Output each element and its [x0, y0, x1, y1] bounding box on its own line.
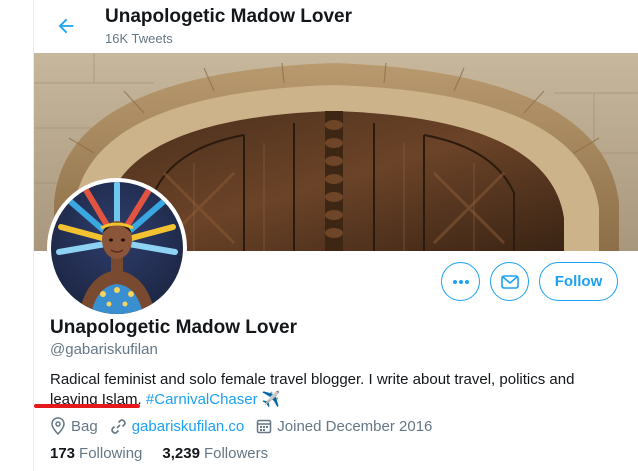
profile-meta: Bag gabariskufilan.co Joined December 20…: [50, 416, 444, 436]
location-pin-icon: [51, 417, 65, 435]
bio-hashtag[interactable]: #CarnivalChaser: [146, 391, 258, 408]
profile-page: Unapologetic Madow Lover 16K Tweets Foll…: [33, 0, 638, 471]
more-button[interactable]: [441, 262, 480, 301]
profile-name: Unapologetic Madow Lover: [50, 317, 298, 338]
joined-text: Joined December 2016: [277, 417, 433, 435]
message-button[interactable]: [490, 262, 529, 301]
following-stat[interactable]: 173 Following: [50, 445, 142, 462]
followers-label: Followers: [203, 445, 269, 462]
followers-stat[interactable]: 3,239 Followers: [162, 445, 268, 462]
annotation-underline: [34, 404, 140, 408]
back-button[interactable]: [54, 14, 78, 38]
tweet-count: 16K Tweets: [105, 31, 173, 46]
profile-header: Unapologetic Madow Lover 16K Tweets: [34, 0, 638, 53]
follow-button[interactable]: Follow: [539, 262, 618, 301]
location-text: Bag: [71, 417, 98, 435]
profile-handle: @gabariskufilan: [50, 341, 158, 358]
more-icon: [452, 279, 469, 284]
profile-stats: 173 Following 3,239 Followers: [50, 445, 288, 462]
link-icon: [110, 418, 126, 434]
join-date: Joined December 2016: [256, 418, 432, 435]
followers-count: 3,239: [162, 445, 200, 462]
website-link[interactable]: gabariskufilan.co: [132, 418, 245, 435]
calendar-icon: [257, 419, 272, 434]
bio-text: Radical feminist and solo female travel …: [50, 371, 575, 408]
envelope-icon: [500, 274, 519, 289]
arrow-left-icon: [58, 18, 74, 34]
following-count: 173: [50, 445, 76, 462]
airplane-icon: ✈️: [261, 391, 281, 408]
avatar[interactable]: [47, 178, 187, 318]
header-title: Unapologetic Madow Lover: [105, 6, 353, 27]
following-label: Following: [79, 445, 143, 462]
location: Bag: [50, 417, 98, 435]
website[interactable]: gabariskufilan.co: [110, 418, 245, 435]
